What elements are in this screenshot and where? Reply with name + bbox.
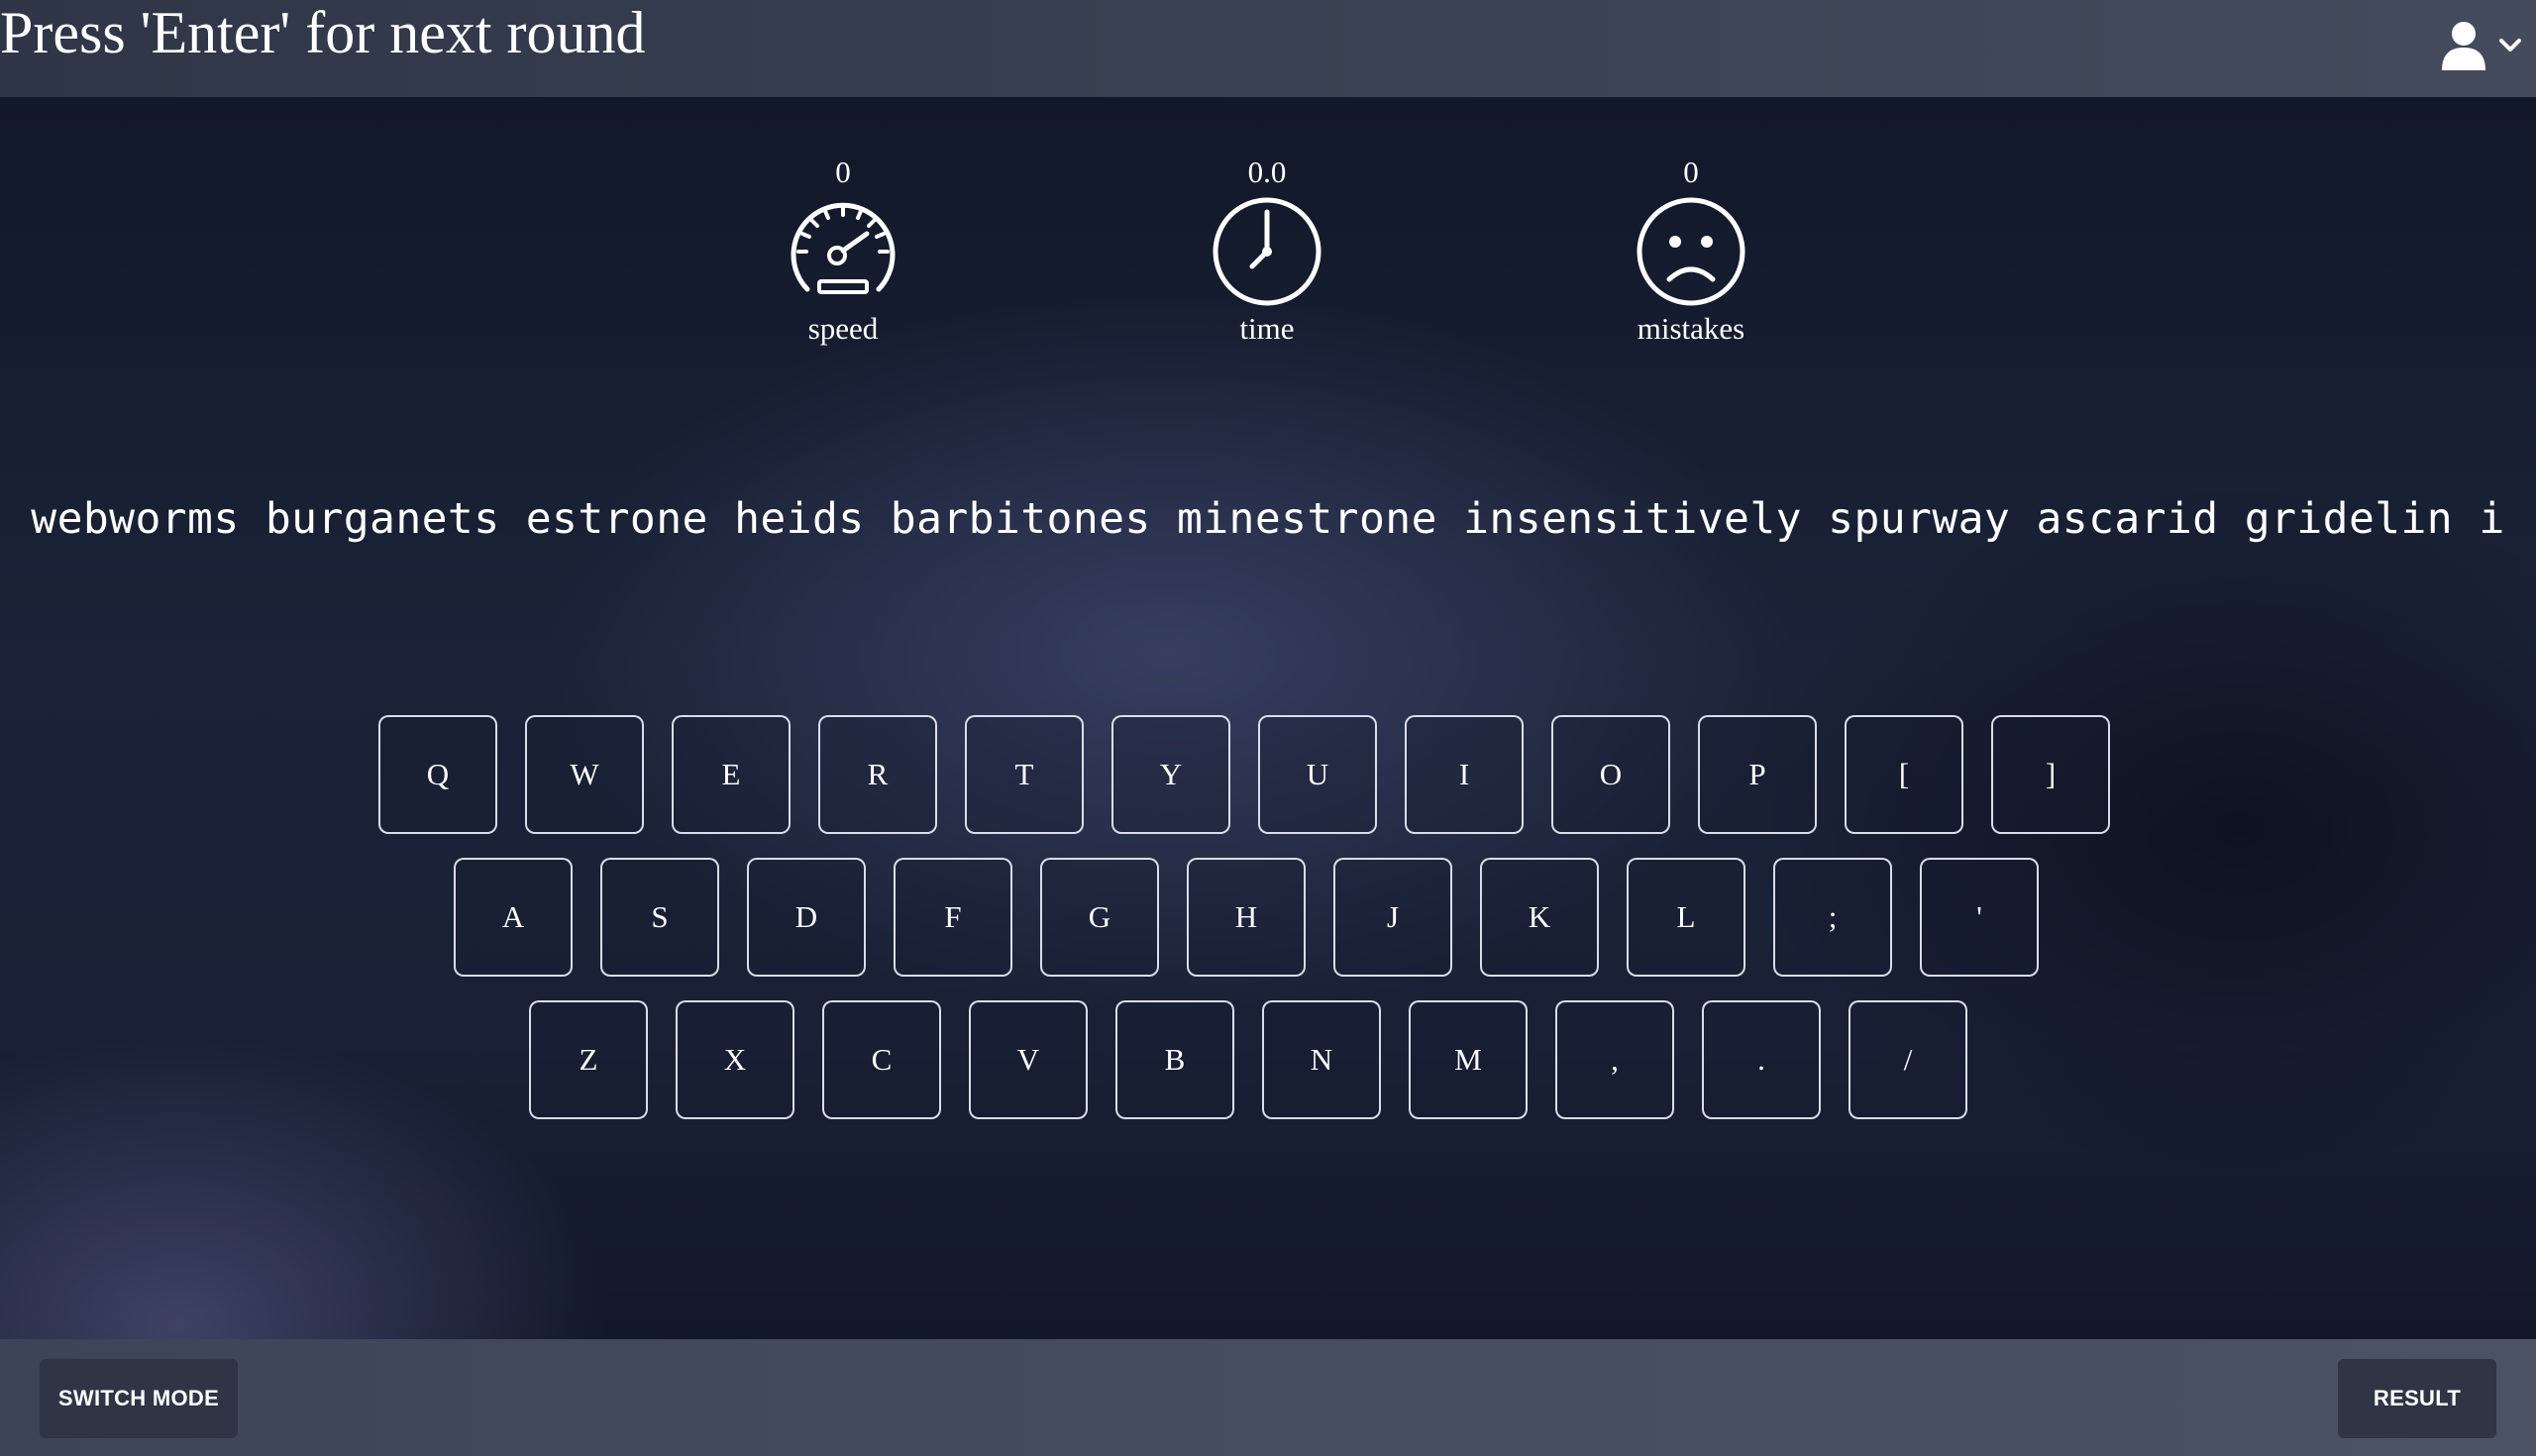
header-bar: Press 'Enter' for next round [0,0,2536,97]
key-row2-3[interactable]: F [894,858,1012,977]
key-row3-7[interactable]: , [1555,1000,1674,1119]
key-row3-9[interactable]: / [1849,1000,1967,1119]
clock-icon [1148,194,1386,309]
key-row2-6[interactable]: J [1333,858,1452,977]
speed-stat: 0 speed [724,155,962,347]
key-row2-4[interactable]: G [1040,858,1159,977]
time-stat: 0.0 time [1148,155,1386,347]
key-row3-1[interactable]: X [676,1000,794,1119]
key-row3-3[interactable]: V [969,1000,1088,1119]
footer-bar: SWITCH MODE RESULT [0,1339,2536,1456]
chevron-down-icon [2498,38,2522,58]
key-row1-7[interactable]: I [1405,715,1524,834]
time-label: time [1239,311,1295,346]
key-row1-8[interactable]: O [1551,715,1670,834]
key-row2-8[interactable]: L [1627,858,1745,977]
key-row2-2[interactable]: D [747,858,866,977]
key-row1-9[interactable]: P [1698,715,1817,834]
key-row1-10[interactable]: [ [1845,715,1963,834]
page-title: Press 'Enter' for next round [0,0,646,65]
key-row3-2[interactable]: C [822,1000,941,1119]
key-row1-0[interactable]: Q [378,715,497,834]
key-row1-11[interactable]: ] [1991,715,2110,834]
mistakes-value: 0 [1683,155,1699,189]
switch-mode-button[interactable]: SWITCH MODE [40,1359,238,1438]
user-menu[interactable] [2425,18,2522,77]
key-row2-7[interactable]: K [1480,858,1599,977]
speed-value: 0 [835,155,851,189]
result-button[interactable]: RESULT [2338,1359,2496,1438]
keyboard-row-2: A S D F G H J K L; ' [454,858,2039,977]
key-row3-8[interactable]: . [1702,1000,1821,1119]
key-row2-10[interactable]: ' [1920,858,2039,977]
key-row2-1[interactable]: S [600,858,719,977]
key-row3-5[interactable]: N [1262,1000,1381,1119]
key-row2-5[interactable]: H [1187,858,1306,977]
key-row1-5[interactable]: Y [1111,715,1230,834]
main-area: 0 speed 0.0 time 0 mistakes webworms bur… [0,97,2536,1339]
speed-label: speed [807,311,879,346]
typing-text: webworms burganets estrone heids barbito… [31,494,2505,544]
mistakes-stat: 0 mistakes [1572,155,1810,347]
key-row3-0[interactable]: Z [529,1000,648,1119]
key-row3-4[interactable]: B [1115,1000,1234,1119]
keyboard-row-1: Q W E R T Y U I O P[] [378,715,2110,834]
key-row1-6[interactable]: U [1258,715,1377,834]
time-value: 0.0 [1247,155,1287,189]
speedometer-icon [724,194,962,309]
key-row2-9[interactable]: ; [1773,858,1892,977]
key-row2-0[interactable]: A [454,858,573,977]
key-row1-3[interactable]: R [818,715,937,834]
key-row1-2[interactable]: E [672,715,791,834]
key-row1-1[interactable]: W [525,715,644,834]
keyboard-row-3: Z X C V B N M,. / [529,1000,1967,1119]
key-row3-6[interactable]: M [1409,1000,1528,1119]
key-row1-4[interactable]: T [965,715,1084,834]
sad-face-icon [1572,194,1810,309]
mistakes-label: mistakes [1637,311,1745,346]
user-icon [2441,21,2486,75]
